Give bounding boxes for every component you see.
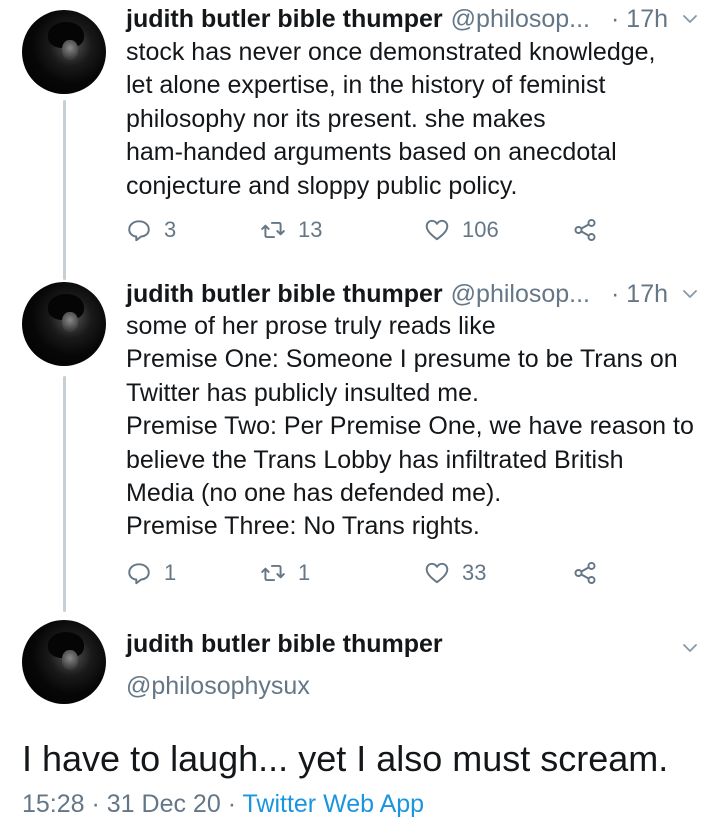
tweet-time[interactable]: · 17h (601, 5, 668, 34)
tweet-timestamp[interactable]: 15:28 · 31 Dec 20 · (22, 790, 243, 818)
tweet-text: I have to laugh... yet I also must screa… (22, 738, 669, 779)
retweet-count: 1 (298, 560, 311, 585)
reply-icon (128, 220, 150, 242)
chevron-down-icon[interactable] (682, 11, 698, 27)
reply-icon (128, 563, 150, 585)
user-handle[interactable]: @philosophysux (126, 672, 310, 701)
avatar[interactable] (22, 620, 106, 704)
tweet-text-line: Twitter has publicly insulted me. (126, 378, 479, 407)
tweet-text-line: believe the Trans Lobby has infiltrated … (126, 445, 624, 474)
tweet-text-line: stock has never once demonstrated knowle… (126, 38, 656, 66)
display-name[interactable]: judith butler bible thumper (126, 5, 443, 34)
tweet-actions: 3 13 106 (126, 213, 606, 247)
tweet-text: some of her prose truly reads like Premi… (126, 310, 704, 544)
tweet-source-link[interactable]: Twitter Web App (243, 790, 425, 818)
heart-icon (425, 219, 449, 241)
reply-count: 3 (164, 217, 177, 242)
thread-line (63, 376, 66, 612)
like-button[interactable]: 33 (424, 556, 486, 590)
tweet-text-line: conjecture and sloppy public policy. (126, 171, 518, 200)
retweet-icon (261, 221, 285, 239)
like-count: 106 (462, 217, 499, 242)
reply-count: 1 (164, 560, 177, 585)
tweet-header: judith butler bible thumper @philosop...… (126, 277, 698, 311)
chevron-down-icon[interactable] (682, 286, 698, 302)
display-name[interactable]: judith butler bible thumper (126, 280, 443, 309)
tweet-text-line: Premise One: Someone I presume to be Tra… (126, 345, 678, 374)
display-name[interactable]: judith butler bible thumper (126, 630, 443, 659)
share-icon (574, 218, 596, 242)
tweet-time[interactable]: · 17h (601, 280, 668, 309)
tweet-text-line: Media (no one has defended me). (126, 479, 502, 508)
tweet-text-line: some of her prose truly reads like (126, 312, 496, 340)
tweet-meta: 15:28 · 31 Dec 20 · Twitter Web App (22, 790, 424, 819)
avatar[interactable] (22, 10, 106, 94)
retweet-icon (261, 564, 285, 582)
retweet-count: 13 (298, 217, 323, 242)
tweet-text-line: ham-handed arguments based on anecdotal (126, 138, 617, 167)
avatar[interactable] (22, 282, 106, 366)
like-button[interactable]: 106 (424, 213, 499, 247)
like-count: 33 (462, 560, 487, 585)
heart-icon (425, 562, 449, 584)
share-button[interactable] (572, 213, 598, 247)
chevron-down-icon[interactable] (682, 640, 698, 656)
user-handle[interactable]: @philosop... (451, 280, 590, 309)
share-icon (574, 561, 596, 585)
tweet-text-line: let alone expertise, in the history of f… (126, 71, 606, 100)
tweet-text: stock has never once demonstrated knowle… (126, 36, 704, 203)
thread-line (63, 100, 66, 280)
reply-button[interactable]: 3 (126, 213, 176, 247)
tweet-actions: 1 1 33 (126, 556, 606, 590)
tweet-text-line: philosophy nor its present. she makes (126, 104, 546, 133)
tweet-text-line: Premise Two: Per Premise One, we have re… (126, 412, 694, 441)
user-handle[interactable]: @philosop... (451, 5, 590, 34)
retweet-button[interactable]: 1 (260, 556, 310, 590)
tweet-text-line: Premise Three: No Trans rights. (126, 512, 480, 541)
reply-button[interactable]: 1 (126, 556, 176, 590)
retweet-button[interactable]: 13 (260, 213, 322, 247)
share-button[interactable] (572, 556, 598, 590)
tweet-header: judith butler bible thumper @philosop...… (126, 2, 698, 36)
